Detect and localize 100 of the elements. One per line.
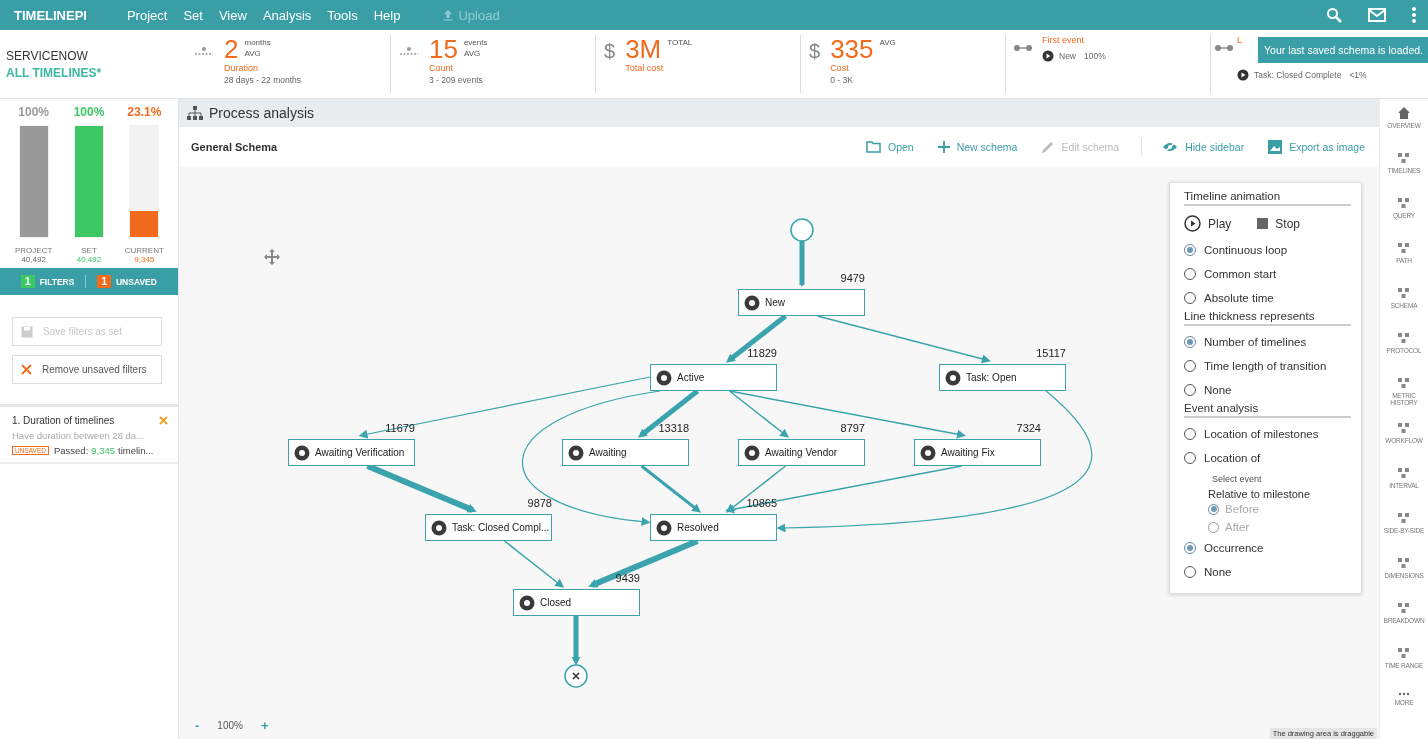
grid-icon [1398, 152, 1410, 164]
node-label: Awaiting Vendor [765, 447, 838, 458]
event-node[interactable]: New [738, 289, 865, 316]
coverage-count: 40,492 [21, 255, 46, 264]
event-node[interactable]: Task: Open [939, 364, 1066, 391]
event-icon [656, 369, 672, 386]
event-node[interactable]: Active [650, 364, 777, 391]
event-node[interactable]: Closed [513, 589, 640, 616]
menu-item[interactable]: View [212, 3, 253, 27]
unsaved-label[interactable]: UNSAVED [116, 276, 157, 287]
more-vertical-icon[interactable] [1412, 7, 1416, 23]
schema-canvas[interactable] [179, 167, 1379, 739]
app-logo[interactable]: TIMELINEPI [14, 7, 87, 23]
menu-item[interactable]: Help [367, 3, 407, 27]
radio-option[interactable]: Continuous loop [1184, 238, 1351, 262]
mail-icon[interactable] [1368, 8, 1386, 22]
metric-aggregate: AVG [244, 48, 262, 59]
play-icon [1184, 215, 1201, 232]
metric-value: 15 [429, 35, 458, 63]
event-icon [294, 444, 310, 461]
event-node[interactable]: Awaiting Fix [914, 439, 1041, 466]
radio-option[interactable]: Location of [1184, 446, 1351, 470]
export-image-button[interactable]: Export as image [1266, 137, 1367, 157]
radio-option[interactable]: Occurrence [1184, 536, 1351, 560]
radio-option[interactable]: None [1184, 378, 1351, 402]
event-icon [568, 444, 584, 461]
node-count: 9439 [615, 572, 640, 584]
coverage-percent: 23.1% [127, 105, 162, 119]
image-icon [1268, 140, 1283, 154]
grid-icon [1398, 287, 1410, 299]
folder-icon [866, 141, 881, 153]
filter-description: Have duration between 28 da... [12, 430, 146, 441]
schema-name: General Schema [191, 141, 278, 153]
coverage-label: PROJECT [15, 246, 53, 255]
radio-option[interactable]: Common start [1184, 262, 1351, 286]
remove-filters-button[interactable]: Remove unsaved filters [12, 355, 162, 384]
metric-aggregate: AVG [463, 48, 482, 59]
search-icon[interactable] [1326, 7, 1342, 23]
coverage-percent: 100% [18, 105, 49, 119]
metric-label: Count [429, 63, 455, 73]
metric-value: 335 [830, 35, 874, 63]
grid-icon [1398, 242, 1410, 254]
metric-label: Cost [830, 63, 850, 73]
zoom-out-button[interactable]: - [191, 718, 204, 733]
node-count: 7324 [1016, 422, 1041, 434]
event-node[interactable]: Awaiting [562, 439, 689, 466]
menu-item[interactable]: Analysis [256, 3, 318, 27]
unsaved-count-badge: 1 [97, 275, 111, 288]
event-sequence-icon [1215, 45, 1233, 51]
home-icon [1398, 107, 1410, 119]
hierarchy-icon [187, 106, 203, 120]
zoom-in-button[interactable]: + [256, 718, 273, 733]
play-button[interactable]: Play [1184, 213, 1232, 234]
menu-item[interactable]: Project [120, 3, 174, 27]
passed-label: Passed: [53, 445, 89, 456]
radio-option[interactable]: Absolute time [1184, 286, 1351, 310]
metric-value: 2 [224, 35, 239, 63]
metric-range: 3 - 209 events [429, 75, 484, 85]
radio-option[interactable]: None [1184, 560, 1351, 584]
timeline-icon [194, 45, 214, 57]
radio-option[interactable]: Time length of transition [1184, 354, 1351, 378]
section-title: Line thickness represents [1184, 310, 1351, 326]
new-schema-button[interactable]: New schema [935, 138, 1020, 156]
node-label: Awaiting Verification [315, 447, 405, 458]
transition-arrow [503, 540, 565, 588]
close-icon[interactable] [159, 416, 168, 425]
event-node[interactable]: Awaiting Verification [288, 439, 415, 466]
metric-label: Duration [224, 63, 260, 73]
menu-item[interactable]: Set [177, 3, 209, 27]
coverage-percent: 100% [73, 105, 105, 119]
dots-icon [1398, 692, 1410, 696]
event-node[interactable]: Resolved [650, 514, 777, 541]
pencil-icon [1041, 140, 1055, 154]
radio-option[interactable]: Location of milestones [1184, 422, 1351, 446]
event-label: L [1237, 35, 1243, 45]
filter-title: 1. Duration of timelines [12, 415, 115, 426]
section-title: Timeline animation [1184, 190, 1351, 206]
select-event-link[interactable]: Select event [1212, 474, 1351, 484]
end-node[interactable] [564, 664, 588, 688]
grid-icon [1398, 197, 1410, 209]
node-label: Closed [540, 597, 572, 608]
move-icon[interactable] [264, 249, 280, 265]
event-node[interactable]: Awaiting Vendor [738, 439, 865, 466]
panel-title: Process analysis [209, 105, 315, 121]
node-label: Task: Open [966, 372, 1017, 383]
upload-icon [442, 9, 455, 21]
open-button[interactable]: Open [864, 138, 916, 156]
event-node[interactable]: Task: Closed Compl... [425, 514, 552, 541]
node-label: Awaiting [589, 447, 627, 458]
filters-label[interactable]: FILTERS [39, 276, 75, 287]
start-node[interactable] [790, 218, 814, 242]
menu-item[interactable]: Tools [321, 3, 364, 27]
stop-button[interactable]: Stop [1257, 213, 1301, 234]
node-label: Resolved [677, 522, 719, 533]
radio-option[interactable]: Number of timelines [1184, 330, 1351, 354]
hide-sidebar-button[interactable]: Hide sidebar [1141, 138, 1247, 156]
node-count: 15117 [1036, 347, 1066, 359]
node-count: 11829 [747, 347, 777, 359]
event-share: <1% [1349, 70, 1367, 80]
grid-icon [1398, 467, 1410, 479]
